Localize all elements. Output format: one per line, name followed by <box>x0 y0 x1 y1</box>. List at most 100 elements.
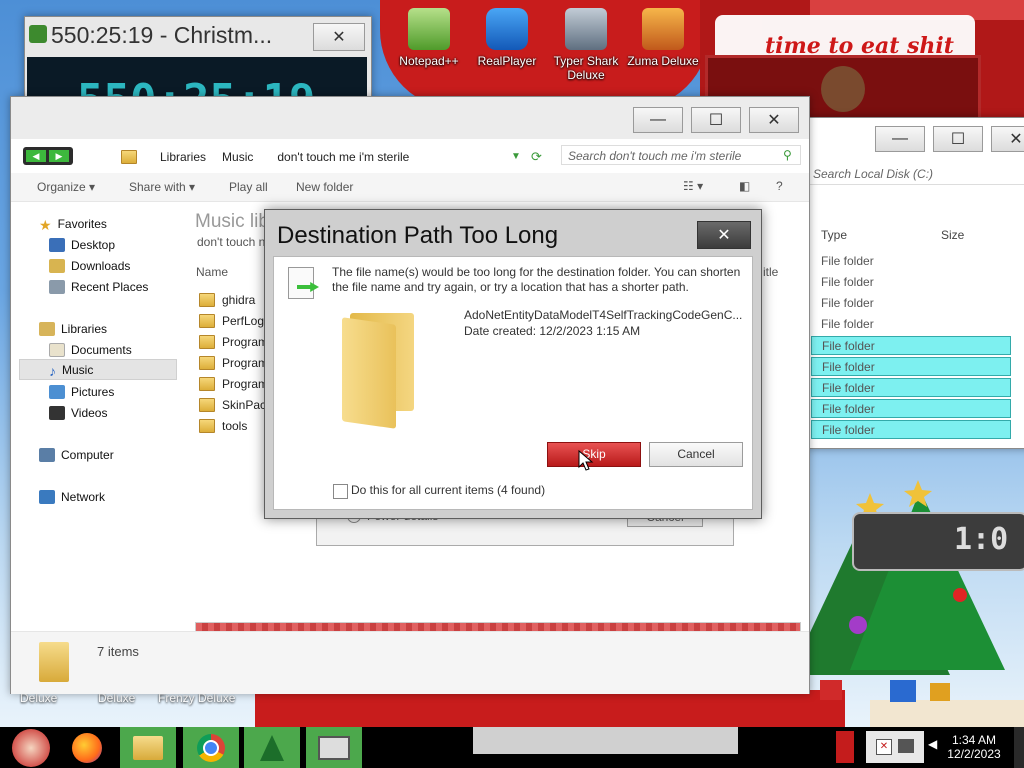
library-title: Music lib <box>195 211 269 232</box>
nav-libraries-label: Libraries <box>61 321 108 336</box>
realplayer-shortcut[interactable]: RealPlayer <box>468 8 546 68</box>
breadcrumb-folder[interactable]: don't touch me i'm sterile <box>277 150 409 164</box>
show-desktop-button[interactable] <box>1014 727 1024 768</box>
nav-desktop[interactable]: Desktop <box>49 234 115 255</box>
clock-widget: 1:0 <box>852 512 1024 571</box>
taskbar-explorer[interactable] <box>120 727 176 768</box>
search-icon[interactable]: ⚲ <box>783 148 792 162</box>
local-disk-maximize-button[interactable]: ☐ <box>933 126 983 152</box>
type-cell[interactable]: File folder <box>811 378 1011 397</box>
nav-network[interactable]: Network <box>39 486 105 507</box>
new-folder-button[interactable]: New folder <box>296 180 353 194</box>
type-cell[interactable]: File folder <box>811 399 1011 418</box>
back-arrow-icon[interactable]: ◀ <box>26 150 46 162</box>
timer-display-panel: 550:25:19 <box>27 57 367 97</box>
file-row[interactable]: PerfLogs <box>199 310 270 331</box>
zuma-icon <box>642 8 684 50</box>
nav-favorites[interactable]: ★ Favorites <box>39 213 107 234</box>
nav-libraries[interactable]: Libraries <box>39 318 107 339</box>
taskbar-chrome[interactable] <box>183 727 239 768</box>
timer-close-button[interactable]: ✕ <box>313 23 365 51</box>
type-cell[interactable]: File folder <box>811 294 1011 313</box>
tray-area[interactable]: ✕ <box>866 731 924 763</box>
breadcrumb[interactable]: Libraries Music don't touch me i'm steri… <box>121 147 551 167</box>
file-move-icon <box>288 267 319 299</box>
column-header-name[interactable]: Name <box>196 265 228 279</box>
type-cell[interactable]: File folder <box>811 336 1011 355</box>
column-header-title[interactable]: itle <box>763 265 778 279</box>
details-folder-icon <box>39 642 69 682</box>
apply-to-all-checkbox[interactable] <box>333 484 348 499</box>
network-tray-icon[interactable] <box>898 739 914 753</box>
local-disk-minimize-button[interactable]: — <box>875 126 925 152</box>
nav-recent-places[interactable]: Recent Places <box>49 276 148 297</box>
column-header-type[interactable]: Type <box>821 228 847 242</box>
breadcrumb-folder-icon <box>121 150 137 164</box>
nav-recent-places-label: Recent Places <box>71 279 149 294</box>
notepadpp-shortcut[interactable]: Notepad++ <box>390 8 468 68</box>
view-options-icon[interactable]: ☷ ▾ <box>683 179 703 193</box>
explorer-folder-icon <box>133 735 163 760</box>
breadcrumb-dropdown-icon[interactable]: ▼ <box>511 151 521 162</box>
nav-computer[interactable]: Computer <box>39 444 114 465</box>
explorer-maximize-button[interactable]: ☐ <box>691 107 741 133</box>
file-row[interactable]: SkinPack <box>199 394 272 415</box>
type-cell[interactable]: File folder <box>811 315 1011 334</box>
nav-documents[interactable]: Documents <box>49 339 132 360</box>
organize-button[interactable]: Organize ▾ <box>37 180 95 194</box>
nav-downloads[interactable]: Downloads <box>49 255 130 276</box>
nav-pictures[interactable]: Pictures <box>49 381 114 402</box>
mouse-cursor <box>578 449 594 471</box>
search-input[interactable]: Search don't touch me i'm sterile <box>561 145 801 165</box>
dialog-message: The file name(s) would be too long for t… <box>332 265 741 294</box>
cancel-button[interactable]: Cancel <box>649 442 743 467</box>
type-cell[interactable]: File folder <box>811 420 1011 439</box>
apply-to-all-label[interactable]: Do this for all current items (4 found) <box>351 483 545 497</box>
realplayer-icon <box>486 8 528 50</box>
breadcrumb-music[interactable]: Music <box>222 150 253 164</box>
taskbar-firefox[interactable] <box>62 727 112 768</box>
typer-shark-shortcut[interactable]: Typer Shark Deluxe <box>547 8 625 82</box>
type-cell[interactable]: File folder <box>811 357 1011 376</box>
taskbar-timer-app[interactable] <box>306 727 362 768</box>
forward-arrow-icon[interactable]: ▶ <box>49 150 69 162</box>
explorer-close-button[interactable]: ✕ <box>749 107 799 133</box>
command-bar: Organize ▾ Share with ▾ Play all New fol… <box>11 173 809 202</box>
type-cell[interactable]: File folder <box>811 273 1011 292</box>
nav-videos[interactable]: Videos <box>49 402 107 423</box>
zuma-shortcut[interactable]: Zuma Deluxe <box>624 8 702 68</box>
refresh-icon[interactable]: ⟳ <box>531 149 542 165</box>
action-center-icon[interactable]: ✕ <box>876 739 892 755</box>
timer-window[interactable]: 550:25:19 - Christm... ✕ 550:25:19 <box>24 16 372 100</box>
local-disk-close-button[interactable]: ✕ <box>991 126 1024 152</box>
breadcrumb-libraries[interactable]: Libraries <box>160 150 206 164</box>
help-icon[interactable]: ? <box>776 179 783 193</box>
videos-icon <box>49 405 65 420</box>
file-name: Program <box>222 355 269 370</box>
preview-pane-icon[interactable]: ◧ <box>739 179 750 193</box>
file-row[interactable]: Program <box>199 373 268 394</box>
file-row[interactable]: Program <box>199 352 268 373</box>
back-forward-buttons[interactable]: ◀ ▶ <box>23 147 73 165</box>
nav-network-label: Network <box>61 489 106 504</box>
taskbar-christmas-app[interactable] <box>244 727 300 768</box>
explorer-minimize-button[interactable]: — <box>633 107 683 133</box>
dialog-close-button[interactable]: ✕ <box>697 221 751 249</box>
file-row[interactable]: Program <box>199 331 268 352</box>
column-header-size[interactable]: Size <box>941 228 964 242</box>
file-row[interactable]: ghidra <box>199 289 255 310</box>
play-all-button[interactable]: Play all <box>229 180 268 194</box>
system-clock[interactable]: 1:34 AM 12/2/2023 <box>944 733 1004 761</box>
nav-music[interactable]: ♪ Music <box>49 359 93 380</box>
path-too-long-dialog[interactable]: Destination Path Too Long ✕ The file nam… <box>264 209 762 519</box>
file-name: PerfLogs <box>222 313 271 328</box>
share-with-button[interactable]: Share with ▾ <box>129 180 195 194</box>
libraries-icon <box>39 321 55 336</box>
local-disk-window[interactable]: — ☐ ✕ Search Local Disk (C:) Type Size F… <box>806 117 1024 449</box>
start-button[interactable] <box>6 727 56 768</box>
type-cell[interactable]: File folder <box>811 252 1011 271</box>
file-row[interactable]: tools <box>199 415 247 436</box>
local-disk-search-input[interactable]: Search Local Disk (C:) <box>807 164 1024 185</box>
volume-icon[interactable]: ◀ <box>928 737 937 753</box>
zuma-label: Zuma Deluxe <box>627 54 699 68</box>
